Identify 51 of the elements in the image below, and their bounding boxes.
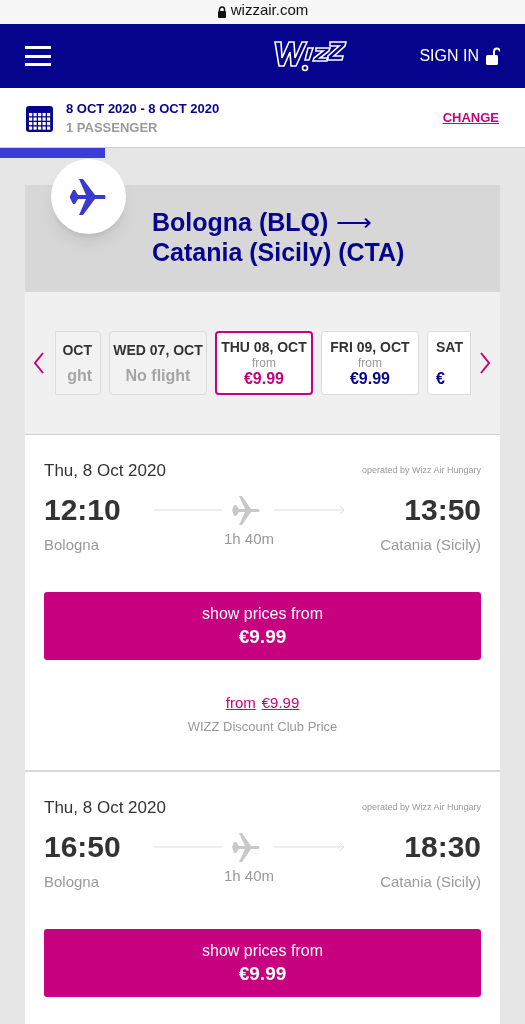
no-flight-text: ght <box>67 367 92 385</box>
departure-time: 16:50 <box>44 828 122 865</box>
lock-icon <box>216 6 227 18</box>
from-text: from <box>358 356 382 370</box>
show-prices-button[interactable]: show prices from €9.99 <box>44 929 481 997</box>
sign-in-button[interactable]: SIGN IN <box>419 44 500 68</box>
date-option[interactable]: WED 07, OCT No flight <box>109 331 207 395</box>
logo-icon[interactable] <box>272 38 349 74</box>
date-label: THU 08, OCT <box>221 338 307 356</box>
destination-airport: Catania (Sicily) (CTA) <box>152 237 406 267</box>
chevron-right-icon[interactable] <box>479 352 491 374</box>
date-label: SAT <box>436 338 463 356</box>
date-option[interactable]: SAT € <box>427 331 471 395</box>
club-price-label: WIZZ Discount Club Price <box>187 717 338 736</box>
date-option[interactable]: FRI 09, OCT from €9.99 <box>321 331 419 395</box>
change-link[interactable]: CHANGE <box>442 107 499 128</box>
date-label: OCT <box>62 341 92 359</box>
date-option[interactable]: OCT ght <box>55 331 101 395</box>
unlock-icon <box>486 47 500 65</box>
price-text: € <box>436 370 445 388</box>
flight-date: Thu, 8 Oct 2020 <box>44 797 166 819</box>
no-flight-text: No flight <box>125 367 191 385</box>
date-label: FRI 09, OCT <box>330 338 410 356</box>
duration-text: 1h 40m <box>223 528 274 549</box>
price-text: €9.99 <box>349 370 390 388</box>
price-text: €9.99 <box>243 370 284 388</box>
arrival-time: 18:30 <box>404 828 481 865</box>
origin-city: Bologna <box>44 871 101 892</box>
trip-dates: 8 OCT 2020 - 8 OCT 2020 <box>66 99 220 118</box>
operator-text: operated by Wizz Air Hungary <box>361 801 481 814</box>
calendar-icon <box>26 103 53 132</box>
date-option[interactable]: THU 08, OCT from €9.99 <box>215 331 313 395</box>
duration-text: 1h 40m <box>223 865 274 886</box>
destination-city: Catania (Sicily) <box>380 871 481 892</box>
menu-icon[interactable] <box>25 46 51 66</box>
passenger-count: 1 PASSENGER <box>66 118 159 137</box>
operator-text: operated by Wizz Air Hungary <box>361 464 481 477</box>
club-from-link[interactable]: from <box>225 692 256 715</box>
club-price-link[interactable]: €9.99 <box>261 692 300 715</box>
arrival-time: 13:50 <box>404 491 481 528</box>
date-label: WED 07, OCT <box>113 341 203 359</box>
destination-city: Catania (Sicily) <box>380 534 481 555</box>
departure-time: 12:10 <box>44 491 122 528</box>
chevron-left-icon[interactable] <box>33 352 45 374</box>
flight-date: Thu, 8 Oct 2020 <box>44 460 166 482</box>
origin-city: Bologna <box>44 534 101 555</box>
url-text[interactable]: wizzair.com <box>230 1 309 17</box>
from-text: from <box>252 356 276 370</box>
origin-airport: Bologna (BLQ) <box>152 207 329 237</box>
show-prices-button[interactable]: show prices from €9.99 <box>44 592 481 660</box>
arrow-text: ⟶ <box>336 207 373 237</box>
